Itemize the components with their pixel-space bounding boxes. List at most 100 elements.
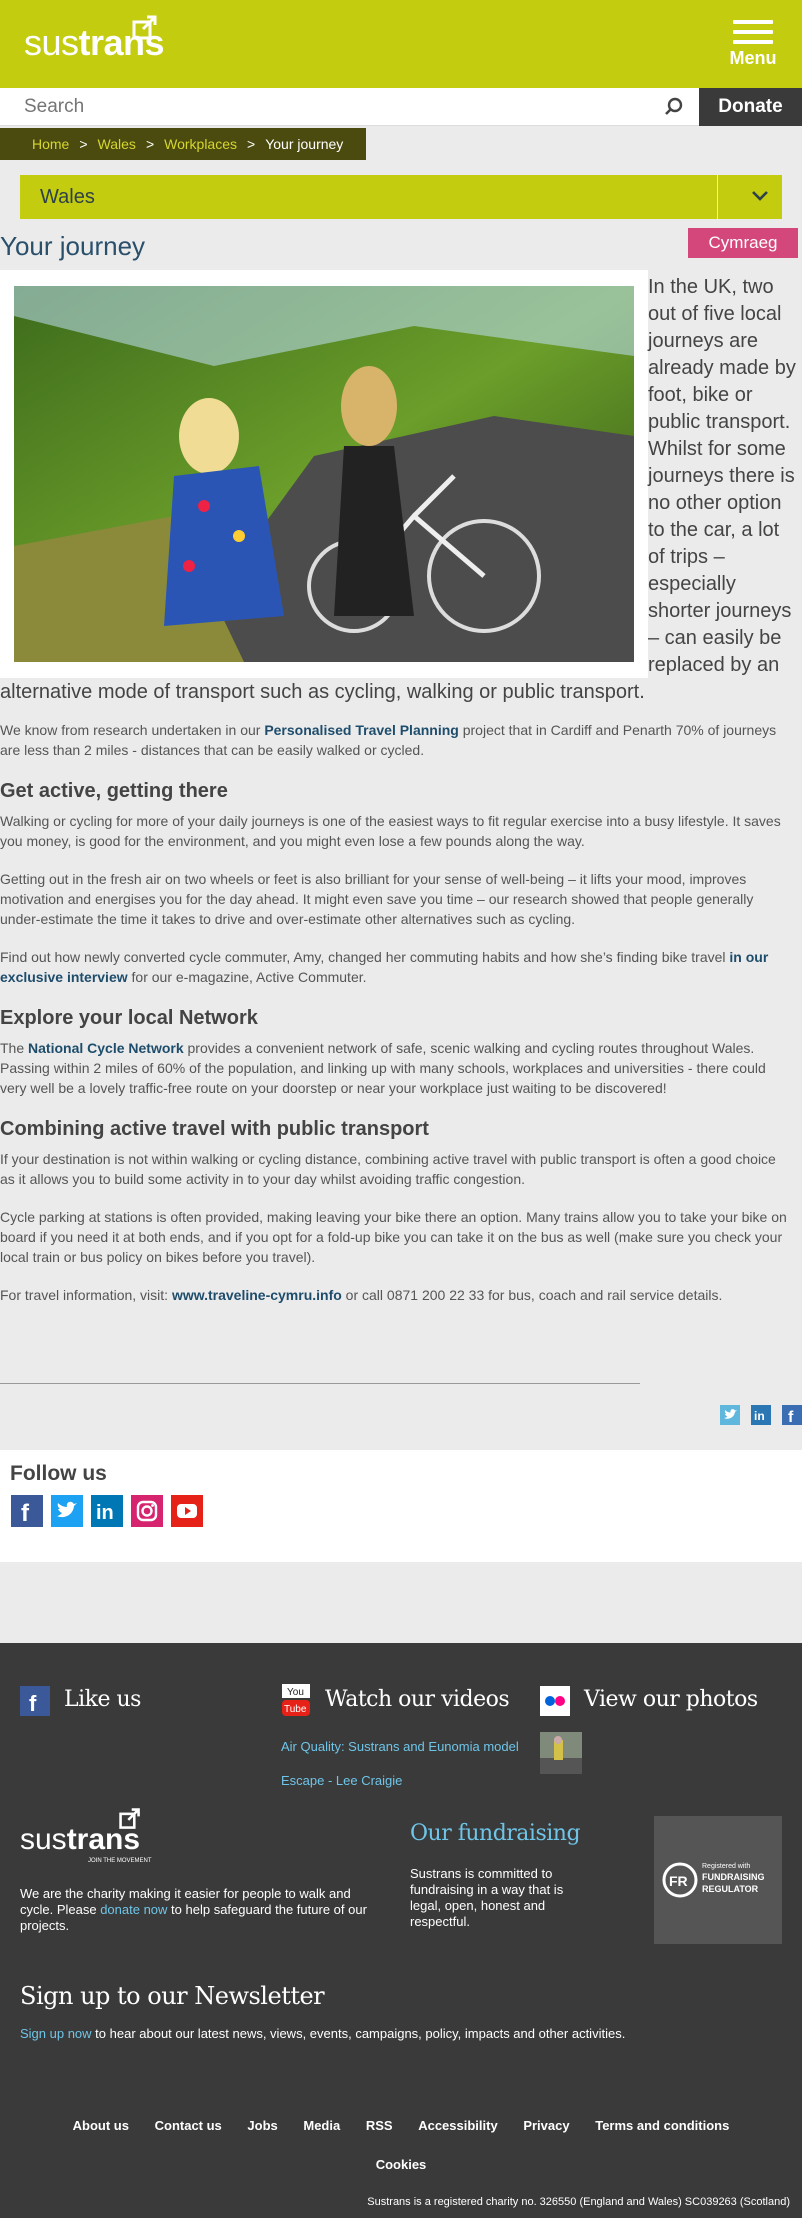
breadcrumb-home[interactable]: Home [32, 136, 69, 152]
paragraph: For travel information, visit: www.trave… [0, 1285, 794, 1305]
youtube-icon[interactable] [171, 1495, 203, 1527]
svg-text:FR: FR [669, 1873, 688, 1889]
like-us-heading[interactable]: Like us [64, 1687, 141, 1712]
footer-link-terms[interactable]: Terms and conditions [595, 2118, 729, 2133]
svg-text:in: in [96, 1502, 114, 1524]
fundraising-regulator-line2: REGULATOR [702, 1884, 759, 1894]
menu-label: Menu [729, 48, 777, 68]
text: or call 0871 200 22 33 for bus, coach an… [341, 1287, 723, 1303]
twitter-icon[interactable] [51, 1495, 83, 1527]
paragraph: Cycle parking at stations is often provi… [0, 1209, 787, 1265]
breadcrumb-separator: > [145, 136, 155, 152]
text: We know from research undertaken in our [0, 722, 265, 738]
section-heading-network: Explore your local Network [0, 1007, 258, 1029]
breadcrumb-separator: > [247, 136, 256, 152]
footer-link-accessibility[interactable]: Accessibility [418, 2118, 498, 2133]
search-input[interactable] [24, 94, 624, 120]
donate-button[interactable]: Donate [699, 88, 802, 126]
footer-links: About us Contact us Jobs Media RSS Acces… [0, 2118, 802, 2133]
footer-link-cookies[interactable]: Cookies [0, 2157, 802, 2172]
search-bar: Donate [0, 88, 802, 126]
breadcrumb-arrow [356, 128, 366, 160]
charity-text: We are the charity making it easier for … [20, 1886, 382, 1934]
text: to hear about our latest news, views, ev… [91, 2026, 626, 2041]
language-toggle-button[interactable]: Cymraeg [688, 228, 798, 258]
watch-videos-heading[interactable]: Watch our videos [325, 1687, 510, 1712]
footer-link-jobs[interactable]: Jobs [247, 2118, 277, 2133]
instagram-icon[interactable] [131, 1495, 163, 1527]
youtube-icon-text-top: You [287, 1687, 304, 1698]
facebook-icon[interactable]: f [11, 1495, 43, 1527]
sign-up-now-link[interactable]: Sign up now [20, 2026, 92, 2041]
region-divider [717, 175, 718, 219]
footer-link-about[interactable]: About us [73, 2118, 129, 2133]
text: Find out how newly converted cycle commu… [0, 949, 730, 965]
svg-text:f: f [21, 1500, 30, 1527]
section-heading-get-active: Get active, getting there [0, 780, 228, 802]
chevron-down-icon[interactable] [751, 187, 769, 205]
breadcrumb: Home > Wales > Workplaces > Your journey [0, 128, 366, 160]
logo-text-part1: sus [24, 22, 79, 63]
logo-tagline: JOIN THE MOVEMENT [88, 1858, 152, 1864]
facebook-share-icon[interactable]: f [782, 1405, 802, 1425]
fundraising-regulator-small: Registered with [702, 1863, 750, 1870]
logo-arrow-icon [132, 15, 157, 40]
footer-link-media[interactable]: Media [303, 2118, 340, 2133]
paragraph: The National Cycle Network provides a co… [0, 1038, 794, 1098]
page-title: Your journey [0, 231, 146, 261]
hamburger-icon-bar [733, 40, 773, 44]
view-photos-heading[interactable]: View our photos [584, 1687, 758, 1712]
traveline-link[interactable]: www.traveline-cymru.info [172, 1287, 342, 1303]
text: The [0, 1040, 29, 1056]
paragraph: Find out how newly converted cycle commu… [0, 947, 794, 987]
facebook-icon[interactable]: f [20, 1686, 50, 1716]
breadcrumb-workplaces[interactable]: Workplaces [164, 136, 237, 152]
fundraising-regulator-badge[interactable]: FR Registered with FUNDRAISING REGULATOR [654, 1816, 782, 1944]
linkedin-share-icon[interactable]: in [751, 1405, 771, 1425]
svg-text:f: f [29, 1691, 37, 1716]
region-label: Wales [40, 186, 95, 208]
menu-button[interactable]: Menu [728, 20, 778, 72]
breadcrumb-wales[interactable]: Wales [98, 136, 136, 152]
svg-text:in: in [754, 1409, 765, 1423]
hamburger-icon-bar [733, 30, 773, 34]
breadcrumb-current: Your journey [265, 136, 344, 152]
footer-link-rss[interactable]: RSS [366, 2118, 393, 2133]
video-link-escape[interactable]: Escape - Lee Craigie [281, 1773, 521, 1788]
youtube-icon[interactable]: You Tube [281, 1683, 311, 1717]
section-heading-combining: Combining active travel with public tran… [0, 1118, 429, 1140]
logo-arrow-icon [119, 1808, 140, 1829]
youtube-icon-text-bottom: Tube [284, 1704, 307, 1715]
paragraph: Getting out in the fresh air on two whee… [0, 871, 754, 927]
cyclists-image [14, 286, 634, 662]
svg-text:f: f [788, 1409, 794, 1425]
follow-us-section: Follow us f in [0, 1450, 802, 1562]
breadcrumb-separator: > [79, 136, 88, 152]
paragraph: Walking or cycling for more of your dail… [0, 813, 781, 849]
video-link-air-quality[interactable]: Air Quality: Sustrans and Eunomia model [281, 1739, 521, 1754]
newsletter-text: Sign up now to hear about our latest new… [20, 2026, 790, 2042]
site-header: sustrans Menu [0, 0, 802, 88]
main-content: In the UK, two out of five local journey… [0, 270, 802, 1305]
logo-text-part1: sus [20, 1823, 67, 1856]
donate-now-link[interactable]: donate now [100, 1902, 167, 1917]
fundraising-text: Sustrans is committed to fundraising in … [410, 1866, 564, 1929]
text: For travel information, visit: [0, 1287, 172, 1303]
divider [0, 1383, 640, 1384]
newsletter-heading: Sign up to our Newsletter [20, 1982, 325, 2010]
fundraising-regulator-line1: FUNDRAISING [702, 1872, 765, 1882]
hero-photo [0, 270, 648, 678]
national-cycle-network-link[interactable]: National Cycle Network [28, 1040, 184, 1056]
search-icon[interactable] [664, 97, 684, 117]
personalised-travel-planning-link[interactable]: Personalised Travel Planning [264, 722, 459, 738]
flickr-icon[interactable] [540, 1686, 570, 1716]
linkedin-icon[interactable]: in [91, 1495, 123, 1527]
fundraising-heading: Our fundraising [410, 1821, 581, 1846]
region-dropdown[interactable]: Wales [20, 175, 782, 219]
hamburger-icon [733, 20, 773, 24]
twitter-share-icon[interactable] [720, 1405, 740, 1425]
footer-link-privacy[interactable]: Privacy [523, 2118, 569, 2133]
site-footer: f Like us You Tube Watch our videos Air … [0, 1643, 802, 2218]
footer-link-contact[interactable]: Contact us [155, 2118, 222, 2133]
photo-thumbnail[interactable] [540, 1732, 582, 1774]
